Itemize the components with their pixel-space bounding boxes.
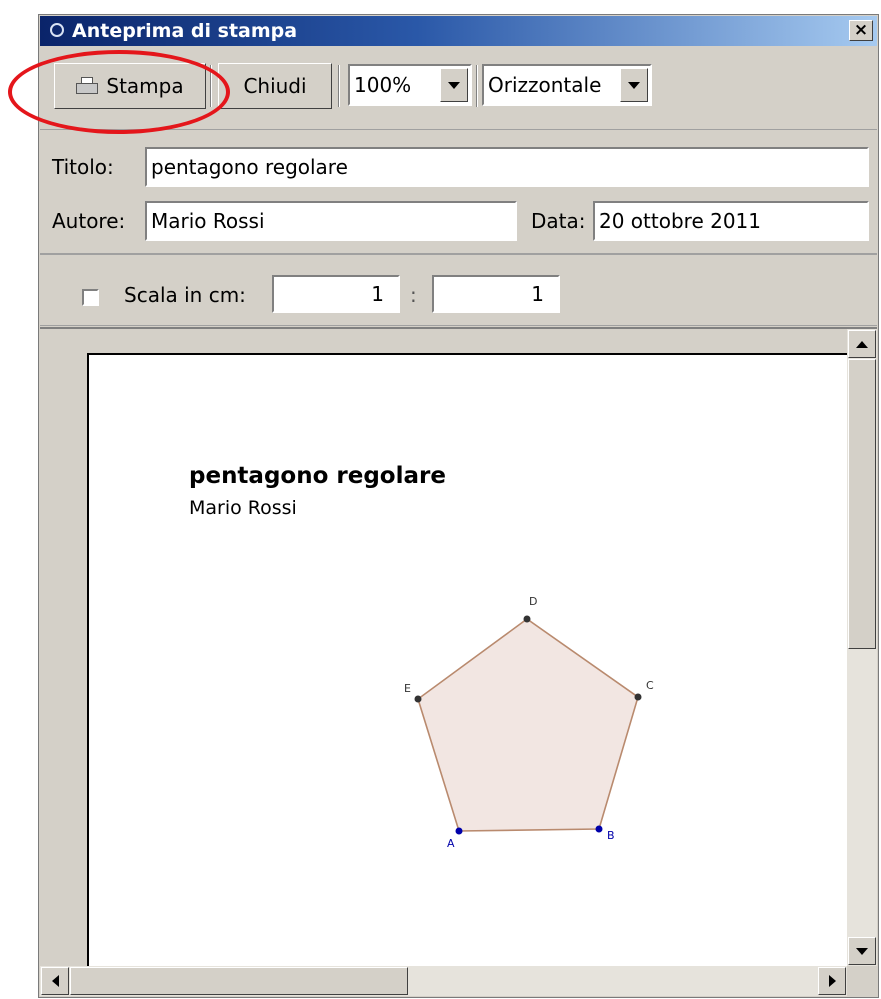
preview-area: pentagono regolare Mario Rossi ABCDE (40, 327, 877, 996)
vertical-scrollbar[interactable] (847, 329, 877, 966)
vertex-label-e: E (404, 682, 411, 695)
date-label: Data: (531, 209, 586, 233)
toolbar-separator (476, 65, 478, 107)
horizontal-scroll-thumb[interactable] (70, 967, 408, 995)
close-icon: × (853, 20, 869, 40)
close-button[interactable]: Chiudi (218, 63, 332, 109)
date-field[interactable]: 20 ottobre 2011 (593, 201, 869, 241)
zoom-value: 100% (354, 73, 412, 97)
orientation-select[interactable]: Orizzontale (482, 64, 652, 106)
close-button-label: Chiudi (243, 74, 307, 98)
chevron-down-icon (628, 81, 640, 89)
vertical-scroll-thumb[interactable] (848, 359, 876, 649)
scale-numerator-field[interactable]: 1 (272, 275, 400, 313)
vertex-label-d: D (529, 595, 537, 608)
scroll-left-button[interactable] (41, 967, 69, 995)
orientation-value: Orizzontale (488, 73, 602, 97)
scale-row: Scala in cm: 1 : 1 (40, 255, 877, 326)
print-preview-window: Anteprima di stampa × Stampa Chiudi 100%… (38, 14, 879, 998)
vertex-point-e (414, 695, 422, 703)
scroll-up-icon (856, 340, 868, 348)
title-field[interactable]: pentagono regolare (145, 147, 869, 187)
chevron-down-icon (448, 81, 460, 89)
vertex-point-b (595, 825, 603, 833)
vertex-label-c: C (646, 679, 654, 692)
horizontal-scrollbar[interactable] (40, 966, 847, 996)
title-bar[interactable]: Anteprima di stampa × (40, 16, 877, 46)
scroll-up-button[interactable] (848, 330, 876, 358)
highlight-annotation (8, 50, 230, 134)
preview-page: pentagono regolare Mario Rossi ABCDE (87, 353, 851, 985)
scroll-right-icon (828, 975, 836, 987)
vertex-label-b: B (607, 829, 615, 842)
toolbar-separator (338, 65, 340, 107)
zoom-dropdown-button[interactable] (440, 68, 468, 102)
scroll-right-button[interactable] (818, 967, 846, 995)
close-window-button[interactable]: × (849, 20, 873, 41)
pentagon-shape (417, 618, 639, 832)
zoom-select[interactable]: 100% (348, 64, 472, 106)
geometry-drawing: A B C D E (404, 595, 654, 850)
author-label: Autore: (52, 209, 126, 233)
scroll-left-icon (51, 975, 59, 987)
vertex-point-a (455, 827, 463, 835)
author-field[interactable]: Mario Rossi (145, 201, 517, 241)
scale-label: Scala in cm: (124, 283, 246, 307)
document-info-form: Titolo: pentagono regolare Autore: Mario… (40, 131, 877, 255)
scale-checkbox[interactable] (82, 289, 99, 306)
vertex-point-c (634, 693, 642, 701)
scroll-down-icon (856, 947, 868, 955)
orientation-dropdown-button[interactable] (620, 68, 648, 102)
window-title: Anteprima di stampa (72, 20, 298, 42)
title-label: Titolo: (52, 155, 114, 179)
vertex-point-d (523, 615, 531, 623)
vertex-label-a: A (447, 837, 455, 850)
scale-separator: : (410, 283, 417, 307)
window-icon (50, 23, 64, 37)
scroll-down-button[interactable] (848, 937, 876, 965)
scroll-corner (847, 966, 877, 996)
scale-denominator-field[interactable]: 1 (432, 275, 560, 313)
